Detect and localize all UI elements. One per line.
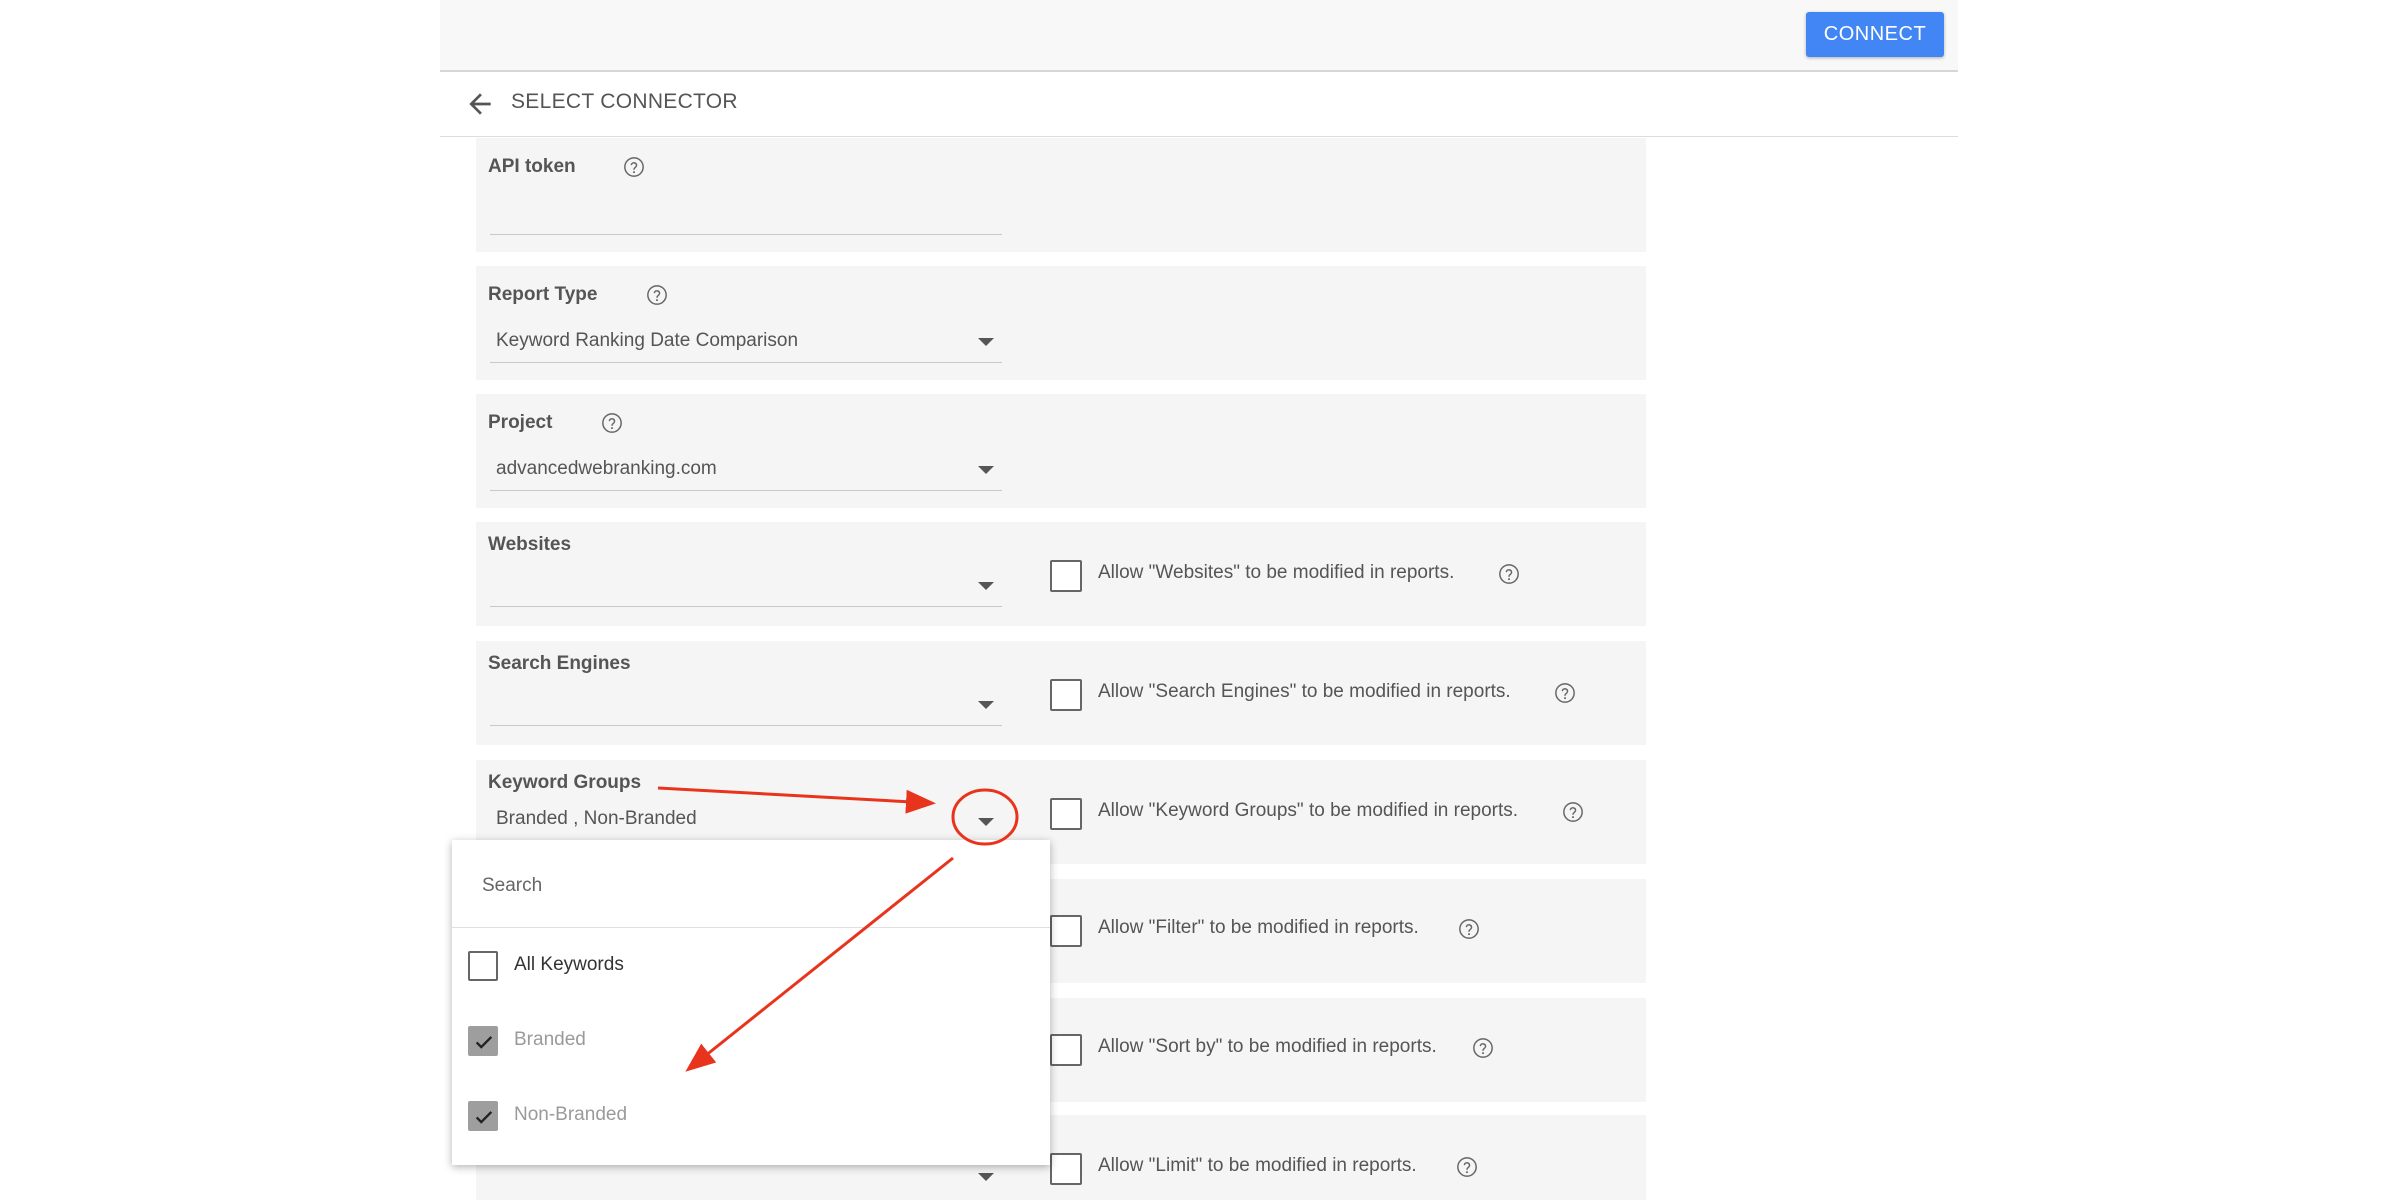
project-card: Project advancedwebranking.com <box>476 394 1646 508</box>
project-label: Project <box>488 412 553 433</box>
help-icon[interactable] <box>1554 682 1576 704</box>
keyword-groups-value: Branded , Non-Branded <box>496 808 697 829</box>
help-icon[interactable] <box>1458 918 1480 940</box>
page-title: SELECT CONNECTOR <box>511 90 738 113</box>
chevron-down-icon[interactable] <box>978 466 994 474</box>
websites-select[interactable] <box>490 566 1002 607</box>
report-type-value: Keyword Ranking Date Comparison <box>496 330 799 351</box>
help-icon[interactable] <box>1472 1037 1494 1059</box>
report-type-card: Report Type Keyword Ranking Date Compari… <box>476 266 1646 380</box>
allow-keyword-groups-checkbox[interactable] <box>1050 798 1082 830</box>
chevron-down-icon[interactable] <box>978 338 994 346</box>
project-select[interactable]: advancedwebranking.com <box>490 450 1002 491</box>
chevron-down-icon[interactable] <box>978 1173 994 1181</box>
allow-filter-checkbox[interactable] <box>1050 915 1082 947</box>
keyword-groups-select[interactable]: Branded , Non-Branded <box>490 800 1002 841</box>
allow-websites-label: Allow "Websites" to be modified in repor… <box>1098 562 1455 583</box>
chevron-down-icon[interactable] <box>978 582 994 590</box>
checkmark-icon <box>475 1111 493 1124</box>
option-checkbox[interactable] <box>468 1026 498 1056</box>
allow-search-engines-checkbox[interactable] <box>1050 679 1082 711</box>
top-bar: CONNECT <box>440 0 1958 72</box>
allow-sort-by-label: Allow "Sort by" to be modified in report… <box>1098 1036 1437 1057</box>
back-arrow-icon[interactable] <box>464 88 496 120</box>
option-checkbox[interactable] <box>468 951 498 981</box>
allow-keyword-groups-label: Allow "Keyword Groups" to be modified in… <box>1098 800 1519 821</box>
help-icon[interactable] <box>1456 1156 1478 1178</box>
option-branded[interactable]: Branded <box>452 1009 1050 1069</box>
checkmark-icon <box>475 1036 493 1049</box>
allow-limit-label: Allow "Limit" to be modified in reports. <box>1098 1155 1417 1176</box>
help-icon[interactable] <box>646 284 668 306</box>
help-icon[interactable] <box>601 412 623 434</box>
api-token-card: API token <box>476 138 1646 252</box>
search-engines-label: Search Engines <box>488 653 631 674</box>
api-token-input[interactable] <box>490 194 1002 235</box>
keyword-groups-dropdown: All Keywords Branded Non-Branded <box>452 840 1050 1165</box>
option-label: Branded <box>514 1029 586 1050</box>
option-label: All Keywords <box>514 954 624 975</box>
websites-card: Websites Allow "Websites" to be modified… <box>476 522 1646 626</box>
option-checkbox[interactable] <box>468 1101 498 1131</box>
help-icon[interactable] <box>1498 563 1520 585</box>
allow-sort-by-checkbox[interactable] <box>1050 1034 1082 1066</box>
option-all-keywords[interactable]: All Keywords <box>452 934 1050 994</box>
api-token-label: API token <box>488 156 576 177</box>
search-engines-select[interactable] <box>490 685 1002 726</box>
allow-search-engines-label: Allow "Search Engines" to be modified in… <box>1098 681 1511 702</box>
allow-websites-checkbox[interactable] <box>1050 560 1082 592</box>
report-type-select[interactable]: Keyword Ranking Date Comparison <box>490 322 1002 363</box>
connector-header: SELECT CONNECTOR <box>440 72 1958 137</box>
chevron-down-icon[interactable] <box>978 818 994 826</box>
websites-label: Websites <box>488 534 572 555</box>
keyword-groups-label: Keyword Groups <box>488 772 642 793</box>
option-label: Non-Branded <box>514 1104 628 1125</box>
help-icon[interactable] <box>1562 801 1584 823</box>
help-icon[interactable] <box>623 156 645 178</box>
dropdown-search-input[interactable] <box>480 872 1024 900</box>
dropdown-search <box>452 840 1050 928</box>
chevron-down-icon[interactable] <box>978 701 994 709</box>
allow-limit-checkbox[interactable] <box>1050 1153 1082 1185</box>
connect-button[interactable]: CONNECT <box>1806 12 1944 57</box>
search-engines-card: Search Engines Allow "Search Engines" to… <box>476 641 1646 745</box>
project-value: advancedwebranking.com <box>496 458 717 479</box>
report-type-label: Report Type <box>488 284 598 305</box>
option-non-branded[interactable]: Non-Branded <box>452 1084 1050 1144</box>
allow-filter-label: Allow "Filter" to be modified in reports… <box>1098 917 1419 938</box>
